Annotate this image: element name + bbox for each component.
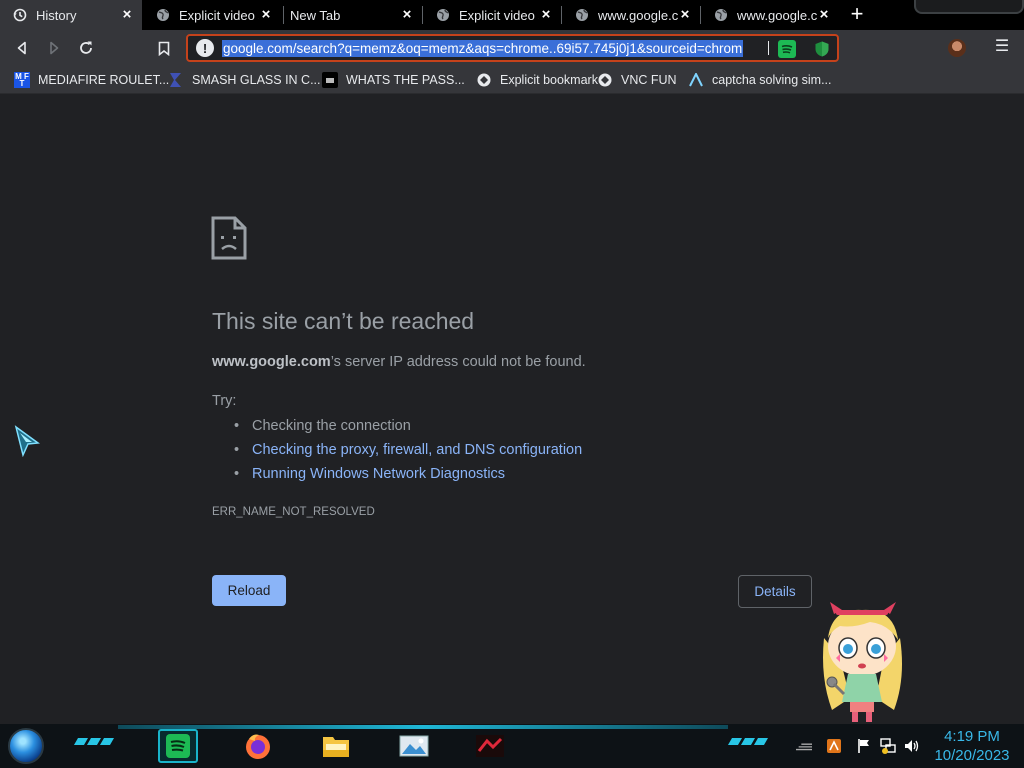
bookmark-mediafire-roulette[interactable]: M FT MEDIAFIRE ROULET... — [14, 70, 169, 90]
spotify-extension-icon[interactable] — [778, 40, 796, 58]
text-caret — [768, 41, 769, 55]
bookmark-captcha-solving[interactable]: captcha solving sim... — [688, 70, 832, 90]
cursor-icon — [14, 425, 40, 457]
puzzle-icon — [476, 72, 492, 88]
globe-icon — [574, 7, 590, 23]
suggestion-check-connection: Checking the connection — [232, 416, 582, 440]
tab-title: History — [36, 7, 77, 23]
media-player-icon — [476, 735, 504, 757]
reload-toolbar-button[interactable] — [74, 36, 98, 60]
profile-avatar[interactable] — [948, 39, 966, 57]
spotify-icon — [166, 734, 190, 758]
tab-google-1[interactable]: www.google.co × — [562, 0, 700, 30]
mediafire-icon: M FT — [14, 72, 30, 88]
tab-history[interactable]: History × — [0, 0, 142, 30]
tab-explicit-site-1[interactable]: Explicit video site × — [143, 0, 281, 30]
clock-date: 10/20/2023 — [934, 747, 1010, 764]
reload-button[interactable]: Reload — [212, 575, 286, 606]
close-icon[interactable]: × — [817, 7, 831, 22]
taskbar-app-photos[interactable] — [394, 729, 434, 763]
error-description-rest: ’s server IP address could not be found. — [330, 354, 586, 370]
globe-icon — [155, 7, 171, 23]
bookmarks-bar: M FT MEDIAFIRE ROULET... SMASH GLASS IN … — [0, 66, 1024, 94]
desktop-mascot-character — [823, 602, 902, 722]
tab-explicit-site-2[interactable]: Explicit video site × — [423, 0, 561, 30]
sad-page-icon — [211, 216, 247, 260]
new-tab-button[interactable]: + — [846, 3, 868, 26]
close-icon[interactable]: × — [539, 7, 553, 22]
browser-toolbar: ! google.com/search?q=memz&oq=memz&aqs=c… — [0, 30, 1024, 66]
bookmark-star-button[interactable] — [152, 36, 176, 60]
error-title: This site can’t be reached — [212, 308, 475, 334]
error-description: www.google.com’s server IP address could… — [212, 354, 586, 370]
info-icon[interactable]: ! — [196, 39, 214, 57]
taskbar-app-firefox[interactable] — [238, 729, 278, 763]
globe-icon — [435, 7, 451, 23]
bookmark-label: Explicit bookmark — [500, 73, 598, 87]
try-label: Try: — [212, 393, 237, 409]
tab-title: Explicit video site — [179, 7, 259, 23]
lambda-icon — [688, 72, 704, 88]
clock-time: 4:19 PM — [944, 728, 1000, 745]
suggestion-network-diagnostics-link[interactable]: Running Windows Network Diagnostics — [232, 464, 582, 488]
close-icon[interactable]: × — [678, 7, 692, 22]
bookmark-whats-the-pass[interactable]: WHATS THE PASS... — [322, 70, 465, 90]
tab-new-tab[interactable]: New Tab × — [284, 0, 422, 30]
bookmark-label: SMASH GLASS IN C... — [192, 73, 321, 87]
network-status-icon[interactable] — [880, 738, 896, 754]
bookmark-smash-glass[interactable]: SMASH GLASS IN C... — [168, 70, 321, 90]
taskbar-app-spotify[interactable] — [158, 729, 198, 763]
tab-google-2[interactable]: www.google.co × — [701, 0, 839, 30]
tab-title: www.google.co — [737, 7, 817, 23]
network-stack-icon[interactable] — [796, 738, 812, 754]
taskbar-clock[interactable]: 4:19 PM 10/20/2023 — [928, 727, 1016, 765]
volume-icon[interactable] — [904, 738, 920, 754]
image-viewer-icon — [399, 735, 429, 757]
close-icon[interactable]: × — [400, 7, 414, 22]
details-button[interactable]: Details — [738, 575, 812, 608]
address-bar[interactable]: ! google.com/search?q=memz&oq=memz&aqs=c… — [186, 34, 839, 62]
history-icon — [12, 7, 28, 23]
action-center-flag-icon[interactable] — [856, 738, 872, 754]
sigma-icon — [168, 72, 184, 88]
close-icon[interactable]: × — [120, 7, 134, 22]
tab-strip: History × Explicit video site × New Tab … — [0, 0, 1024, 30]
bookmark-label: VNC FUN — [621, 73, 677, 87]
bookmark-label: captcha solving sim... — [712, 73, 832, 87]
start-button[interactable] — [8, 728, 44, 764]
folder-icon — [323, 737, 349, 757]
url-text[interactable]: google.com/search?q=memz&oq=memz&aqs=chr… — [222, 39, 744, 57]
app-tray-icon[interactable] — [826, 738, 842, 754]
folder-icon — [322, 72, 338, 88]
taskbar-app-media[interactable] — [470, 729, 510, 763]
refresh-icon — [80, 41, 92, 54]
bookmark-icon — [158, 41, 170, 56]
firefox-icon — [246, 734, 270, 759]
window-frame-decoration — [914, 0, 1024, 14]
error-host: www.google.com — [212, 354, 331, 370]
globe-icon — [713, 7, 729, 23]
suggestion-check-proxy-link[interactable]: Checking the proxy, firewall, and DNS co… — [232, 440, 582, 464]
bookmark-vnc-fun[interactable]: VNC FUN — [597, 70, 677, 90]
taskbar-decoration-right — [727, 738, 769, 748]
taskbar-app-file-explorer[interactable] — [316, 729, 356, 763]
bookmark-label: MEDIAFIRE ROULET... — [38, 73, 170, 87]
browser-menu-button[interactable]: ☰ — [994, 38, 1010, 58]
bookmark-explicit[interactable]: Explicit bookmark — [476, 70, 598, 90]
forward-button[interactable] — [42, 36, 66, 60]
taskbar-decoration-left — [73, 738, 115, 748]
bookmark-label: WHATS THE PASS... — [346, 73, 465, 87]
suggestion-list: Checking the connection Checking the pro… — [232, 416, 582, 488]
shield-extension-icon[interactable] — [813, 40, 831, 58]
puzzle-icon — [597, 72, 613, 88]
tab-title: www.google.co — [598, 7, 678, 23]
tab-title: New Tab — [290, 7, 341, 23]
back-arrow-icon — [17, 41, 26, 55]
back-button[interactable] — [10, 36, 34, 60]
tab-title: Explicit video site — [459, 7, 539, 23]
close-icon[interactable]: × — [259, 7, 273, 22]
forward-arrow-icon — [50, 41, 59, 55]
error-code: ERR_NAME_NOT_RESOLVED — [212, 506, 375, 518]
